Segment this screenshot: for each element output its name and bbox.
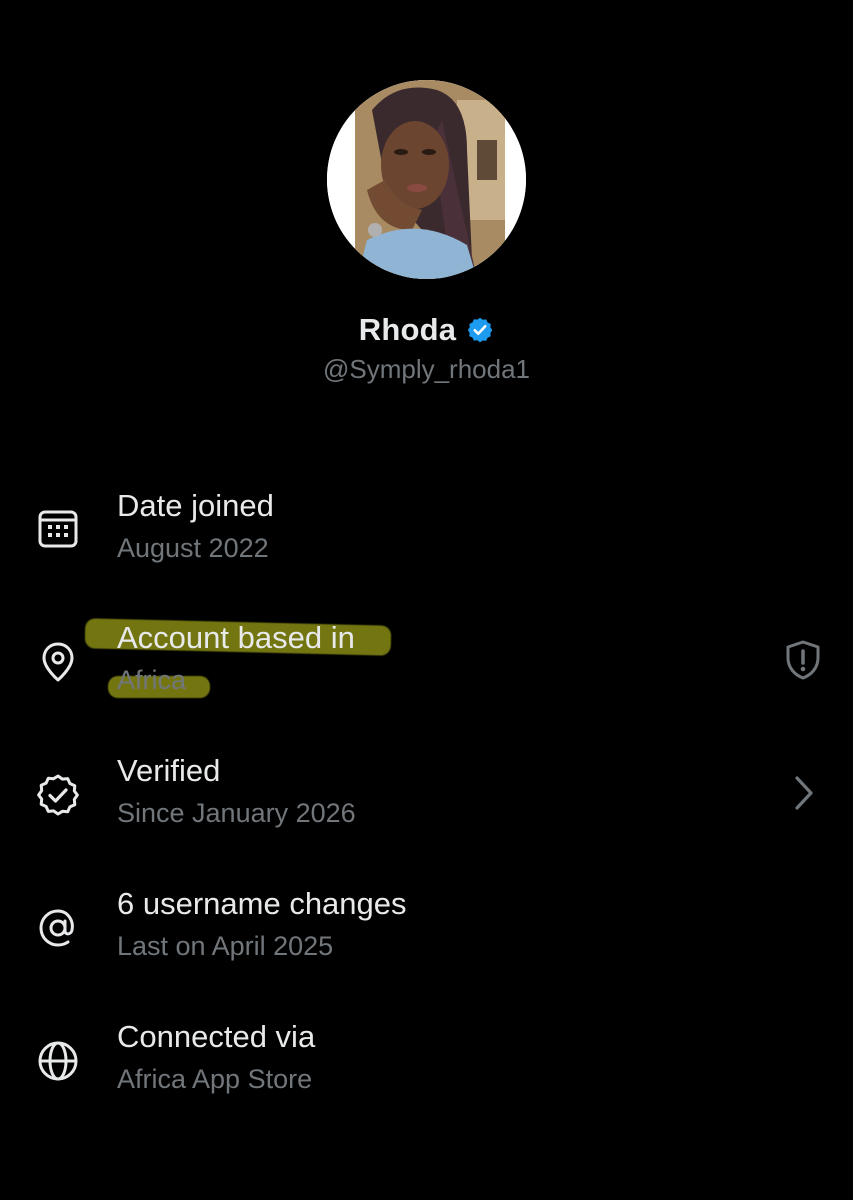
date-joined-label: Date joined [117,488,274,523]
username-changes-value: Last on April 2025 [117,931,334,961]
location-pin-icon [36,640,80,684]
profile-handle: @Symply_rhoda1 [322,354,531,384]
date-joined-value: August 2022 [117,533,269,563]
connected-via-value: Africa App Store [117,1064,313,1094]
globe-icon [36,1039,80,1083]
verified-label: Verified [117,753,221,788]
info-row-username-changes: 6 username changes Last on April 2025 [0,886,853,986]
chevron-right-icon[interactable] [781,771,825,815]
verified-check-icon [36,773,80,817]
username-changes-label: 6 username changes [117,886,407,921]
profile-avatar[interactable] [327,80,526,279]
info-row-account-based: Account based in Africa [0,620,853,720]
shield-alert-icon[interactable] [781,638,825,682]
verified-badge-icon [467,317,493,343]
calendar-icon [36,506,80,550]
avatar-image [327,80,526,279]
profile-name-row: Rhoda [0,312,853,348]
account-based-label: Account based in [117,620,355,655]
connected-via-label: Connected via [117,1019,316,1054]
at-sign-icon [36,906,80,950]
verified-value: Since January 2026 [117,798,356,828]
info-row-connected-via: Connected via Africa App Store [0,1019,853,1119]
display-name: Rhoda [358,312,457,347]
info-row-date-joined: Date joined August 2022 [0,488,853,588]
info-row-verified[interactable]: Verified Since January 2026 [0,753,853,853]
account-based-value: Africa [117,665,187,695]
